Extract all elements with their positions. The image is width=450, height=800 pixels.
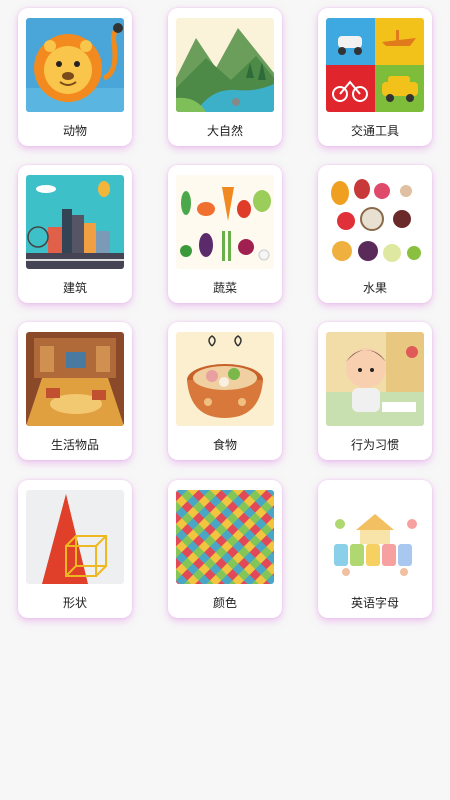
category-card-vegetables[interactable]: 蔬菜 (168, 165, 282, 303)
fruits-icon (326, 175, 424, 269)
city-icon (26, 175, 124, 269)
category-card-shapes[interactable]: 形状 (18, 480, 132, 618)
category-label: 行为习惯 (350, 438, 399, 452)
english-letters-icon (326, 490, 424, 584)
category-label: 建筑 (62, 281, 87, 295)
category-card-buildings[interactable]: 建筑 (18, 165, 132, 303)
shapes-icon (26, 490, 124, 584)
category-label: 形状 (62, 596, 87, 610)
category-card-fruits[interactable]: 水果 (318, 165, 432, 303)
category-card-habits[interactable]: 行为习惯 (318, 322, 432, 460)
vehicles-icon (326, 18, 424, 112)
lion-icon (26, 18, 124, 112)
category-card-colors[interactable]: 颜色 (168, 480, 282, 618)
landscape-icon (176, 18, 274, 112)
child-washing-icon (326, 332, 424, 426)
category-card-vehicles[interactable]: 交通工具 (318, 8, 432, 146)
category-label: 水果 (362, 281, 387, 295)
category-label: 蔬菜 (212, 281, 237, 295)
category-label: 大自然 (206, 124, 243, 138)
category-card-nature[interactable]: 大自然 (168, 8, 282, 146)
category-label: 食物 (212, 438, 237, 452)
category-label: 动物 (62, 124, 87, 138)
hotpot-icon (176, 332, 274, 426)
category-label: 英语字母 (350, 596, 399, 610)
vegetables-icon (176, 175, 274, 269)
category-card-animals[interactable]: 动物 (18, 8, 132, 146)
category-label: 交通工具 (350, 124, 399, 138)
color-pattern-icon (176, 490, 274, 584)
category-card-food[interactable]: 食物 (168, 322, 282, 460)
living-room-icon (26, 332, 124, 426)
category-card-daily-items[interactable]: 生活物品 (18, 322, 132, 460)
category-label: 生活物品 (50, 438, 99, 452)
category-label: 颜色 (212, 596, 237, 610)
category-card-english-letters[interactable]: 英语字母 (318, 480, 432, 618)
